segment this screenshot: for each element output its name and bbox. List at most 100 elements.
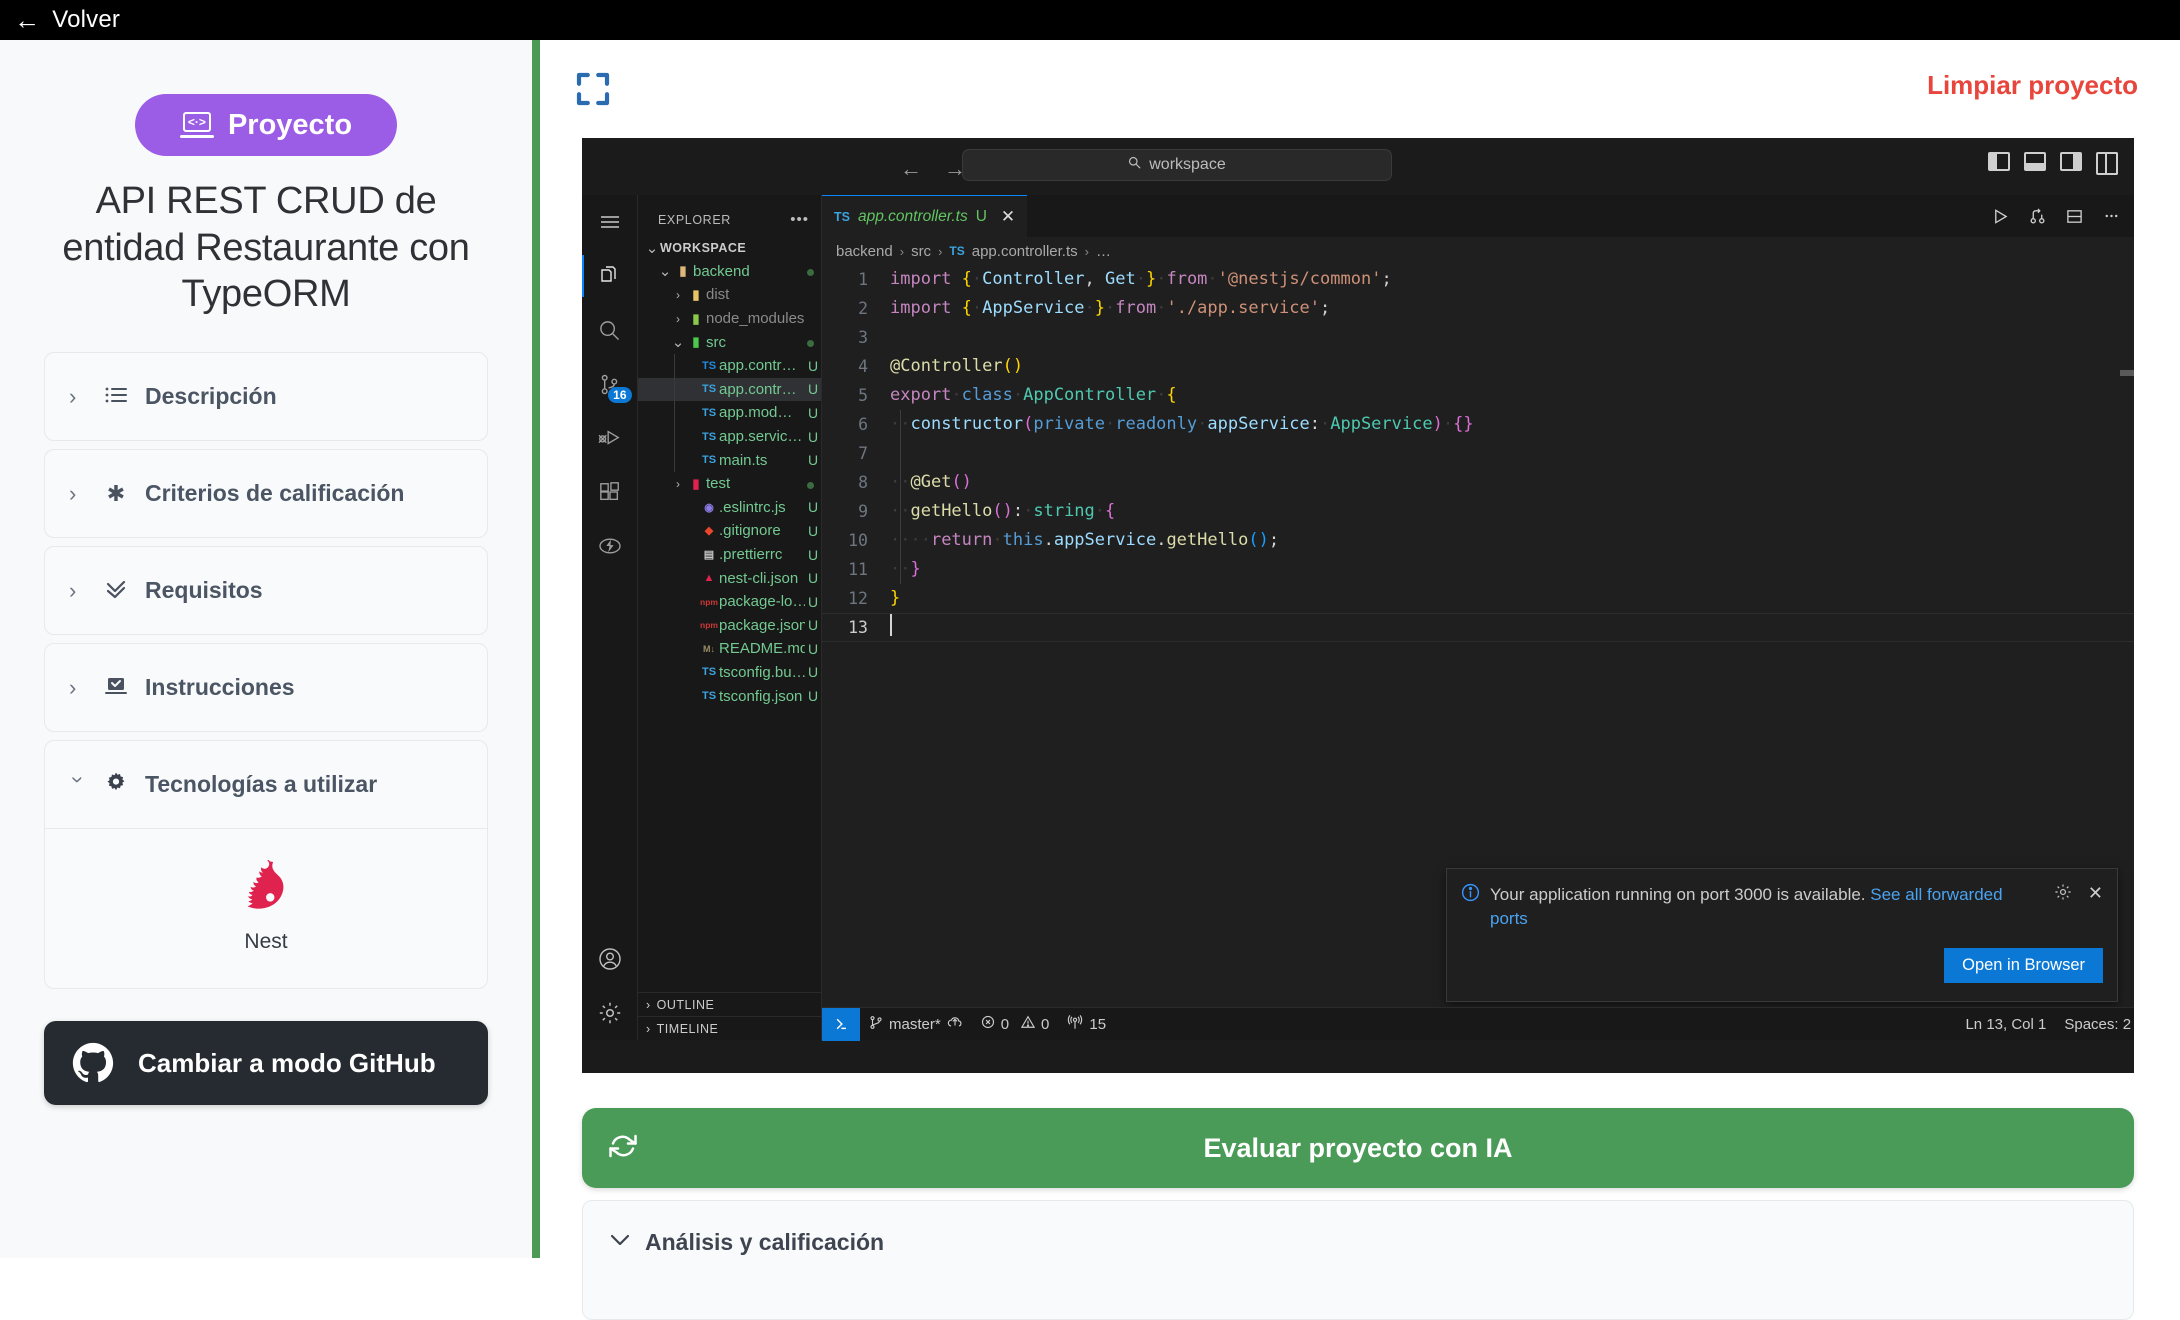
chevron-down-icon[interactable]: ⌄ — [657, 262, 673, 280]
explorer-more-actions-icon[interactable]: ••• — [790, 211, 809, 228]
customize-layout-icon[interactable] — [2096, 152, 2118, 175]
expand-fullscreen-icon[interactable] — [572, 68, 614, 110]
tree-row[interactable]: TS app.contr… U — [638, 377, 821, 402]
azure-icon[interactable] — [582, 519, 638, 573]
back-button[interactable]: ← Volver — [0, 6, 120, 34]
content-header: Limpiar proyecto — [540, 40, 2180, 140]
breadcrumb-item-file[interactable]: app.controller.ts — [972, 243, 1078, 260]
scrollbar-thumb[interactable] — [2120, 370, 2134, 376]
nav-back-icon[interactable]: ← — [900, 156, 922, 182]
extensions-icon[interactable] — [582, 465, 638, 519]
editor-actions — [1992, 195, 2120, 237]
toggle-panel-icon[interactable] — [2024, 152, 2046, 171]
open-in-browser-button[interactable]: Open in Browser — [1944, 948, 2103, 983]
tree-row[interactable]: TS main.ts U — [638, 448, 821, 472]
code-line-text: export·class·AppController·{ — [890, 381, 2134, 410]
tree-row[interactable]: M↓ README.md U — [638, 637, 821, 661]
laptop-code-icon: <·> — [179, 112, 214, 138]
explorer-sections: › OUTLINE › TIMELINE — [638, 992, 821, 1040]
tab-app-controller-ts[interactable]: TS app.controller.ts U ✕ — [822, 195, 1028, 237]
run-icon[interactable] — [1992, 208, 2009, 225]
explorer-section-timeline[interactable]: › TIMELINE — [638, 1016, 821, 1040]
code-token: './app.service' — [1166, 298, 1320, 318]
breadcrumb-item-src[interactable]: src — [911, 243, 931, 260]
git-status-letter: U — [807, 522, 819, 539]
tree-row[interactable]: TS tsconfig.bu… U — [638, 661, 821, 685]
tree-row[interactable]: TS app.servic… U — [638, 425, 821, 449]
tree-row[interactable]: ◉ .eslintrc.js U — [638, 496, 821, 520]
tree-row[interactable]: TS app.mod… U — [638, 401, 821, 425]
accordion-header-requisitos[interactable]: › Requisitos — [45, 547, 487, 634]
tree-row[interactable]: npm package-lo… U — [638, 590, 821, 614]
evaluate-project-button[interactable]: Evaluar proyecto con IA — [582, 1108, 2134, 1188]
chevron-right-icon[interactable]: › — [670, 288, 686, 302]
chevron-right-icon[interactable]: › — [670, 477, 686, 491]
close-icon[interactable]: ✕ — [2088, 883, 2103, 904]
accordion-header-tecnologias[interactable]: › Tecnologías a utilizar — [45, 741, 487, 828]
tree-row[interactable]: ⌄ ▮ backend — [638, 260, 821, 284]
tree-row[interactable]: ▲ nest-cli.json U — [638, 566, 821, 590]
arrow-left-icon: ← — [14, 5, 41, 35]
tree-row[interactable]: › ▮ test — [638, 472, 821, 496]
modified-dot-indicator — [805, 334, 821, 350]
code-token: export — [890, 385, 952, 405]
tree-row[interactable]: ▤ .prettierrc U — [638, 543, 821, 567]
tree-item-label: app.contr… — [719, 380, 797, 398]
error-icon — [981, 1015, 995, 1033]
tree-row[interactable]: ⌄ WORKSPACE — [638, 236, 821, 260]
analysis-header[interactable]: Análisis y calificación — [583, 1201, 2133, 1284]
switch-to-github-mode-button[interactable]: Cambiar a modo GitHub — [44, 1021, 488, 1106]
chevron-down-icon[interactable]: ⌄ — [670, 333, 686, 351]
git-status-letter: U — [807, 593, 819, 610]
status-problems[interactable]: 0 0 — [972, 1008, 1059, 1041]
toggle-secondary-sidebar-icon[interactable] — [2060, 152, 2082, 171]
accordion-header-instrucciones[interactable]: › Instrucciones — [45, 644, 487, 731]
tree-row[interactable]: ⌄ ▮ src — [638, 330, 821, 354]
tab-label: app.controller.ts — [857, 207, 968, 225]
tree-row[interactable]: npm package.json U — [638, 614, 821, 638]
accordion-header-criterios[interactable]: › ✱ Criterios de calificación — [45, 450, 487, 537]
breadcrumb-item-symbols[interactable]: … — [1096, 243, 1111, 260]
toggle-primary-sidebar-icon[interactable] — [1988, 152, 2010, 171]
accordion-header-descripcion[interactable]: › Descripción — [45, 353, 487, 440]
menu-icon[interactable] — [582, 195, 638, 249]
settings-gear-icon[interactable] — [582, 986, 638, 1040]
nestjs-logo — [235, 860, 297, 921]
status-cursor-position[interactable]: Ln 13, Col 1 — [1956, 1008, 2055, 1041]
tree-row[interactable]: › ▮ dist — [638, 283, 821, 307]
split-editor-icon[interactable] — [2066, 208, 2083, 225]
split-editor-source-control-icon[interactable] — [2029, 207, 2046, 225]
clean-project-button[interactable]: Limpiar proyecto — [1927, 70, 2138, 101]
typescript-file-icon: TS — [949, 244, 965, 258]
editor-scrollbar[interactable] — [2120, 265, 2134, 445]
tree-row[interactable]: ◆ .gitignore U — [638, 519, 821, 543]
tree-row[interactable]: › ▮ node_modules — [638, 307, 821, 331]
accounts-icon[interactable] — [582, 932, 638, 986]
status-branch[interactable]: master* — [860, 1008, 972, 1041]
code-token: } — [1094, 298, 1106, 318]
code-token: · — [1207, 269, 1218, 289]
git-status-letter: U — [807, 499, 819, 516]
chevron-down-icon[interactable]: ⌄ — [644, 239, 660, 257]
explorer-section-outline[interactable]: › OUTLINE — [638, 992, 821, 1016]
search-icon[interactable] — [582, 303, 638, 357]
close-icon[interactable]: ✕ — [1001, 207, 1015, 227]
gear-icon[interactable] — [2054, 883, 2072, 906]
chevron-right-icon[interactable]: › — [670, 312, 686, 326]
git-status-letter: U — [807, 546, 819, 563]
status-ports[interactable]: 15 — [1058, 1008, 1115, 1041]
breadcrumb-item-backend[interactable]: backend — [836, 243, 893, 260]
explorer-icon[interactable] — [582, 249, 638, 303]
more-actions-icon[interactable] — [2103, 213, 2120, 219]
tree-row[interactable]: TS tsconfig.json U — [638, 684, 821, 708]
source-control-icon[interactable]: 16 — [582, 357, 638, 411]
run-and-debug-icon[interactable] — [582, 411, 638, 465]
accordion-label: Criterios de calificación — [145, 480, 405, 507]
code-line: 12} — [822, 584, 2134, 613]
tree-row[interactable]: TS app.contr… U — [638, 354, 821, 378]
remote-window-icon[interactable] — [822, 1007, 860, 1041]
quick-pick-search[interactable]: workspace — [962, 149, 1392, 181]
code-line: 3 — [822, 323, 2134, 352]
status-indentation[interactable]: Spaces: 2 — [2055, 1008, 2134, 1041]
